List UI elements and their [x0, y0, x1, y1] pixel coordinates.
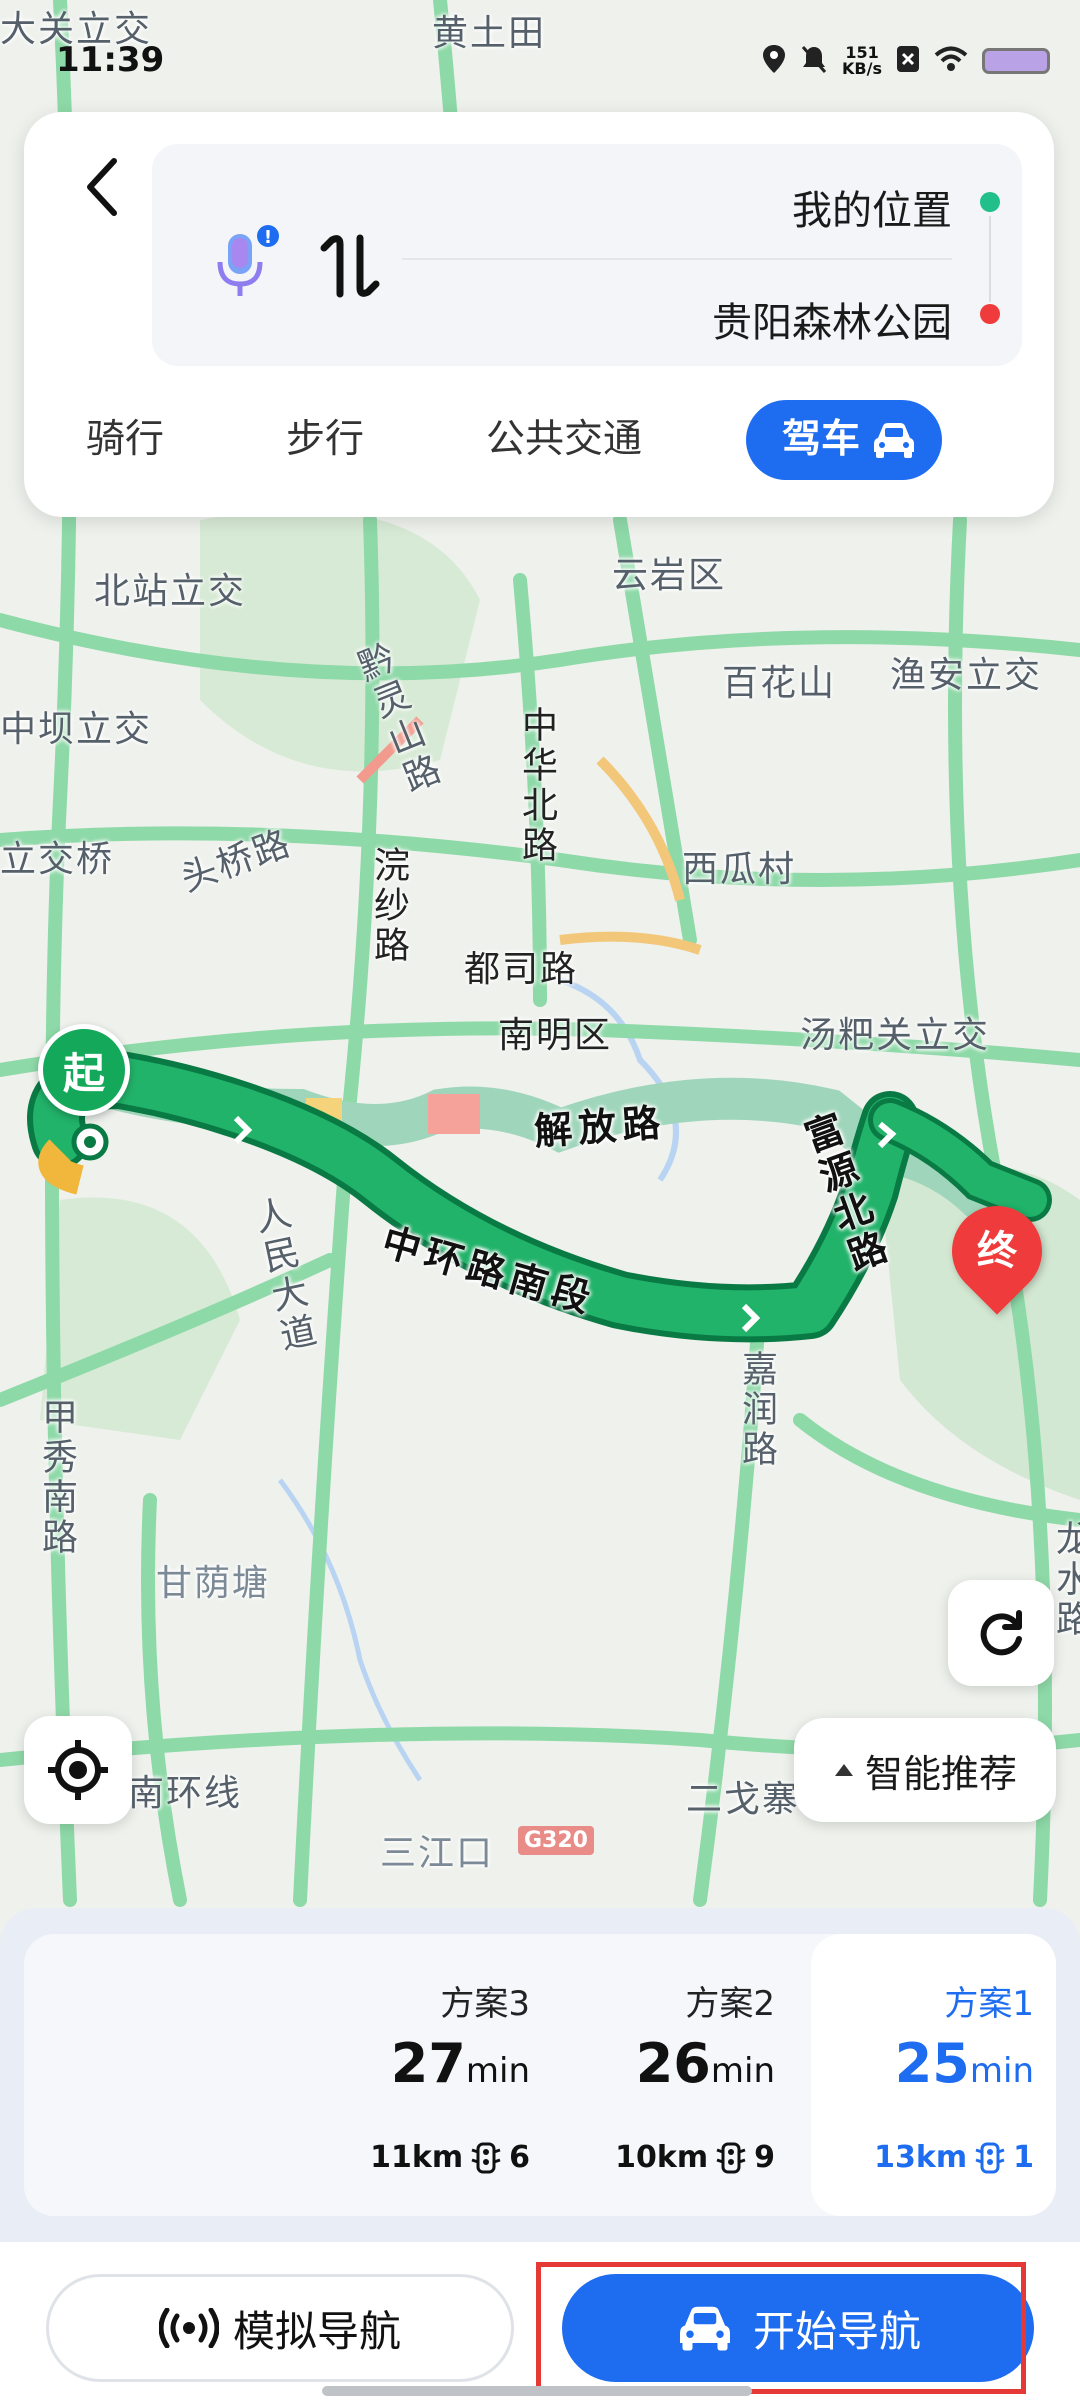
- road-label-jiefang: 解放路: [532, 1100, 668, 1154]
- tab-driving-label: 驾车: [781, 417, 860, 462]
- smart-recommend-label: 智能推荐: [864, 1751, 1017, 1796]
- plan-name: 方案1: [944, 1984, 1034, 2024]
- simulate-navigation-button[interactable]: 模拟导航: [46, 2274, 514, 2382]
- map-label: 百花山: [722, 663, 837, 704]
- map-label: 嘉润路: [736, 1350, 777, 1470]
- mute-icon: [800, 44, 828, 78]
- map-label: 立交桥: [0, 839, 115, 880]
- refresh-icon: [980, 1610, 1022, 1656]
- car-icon: [679, 2306, 730, 2351]
- start-navigation-label: 开始导航: [752, 2306, 921, 2356]
- field-divider: [402, 258, 952, 260]
- plan-duration: 27min: [390, 2032, 530, 2095]
- location-icon: [762, 44, 786, 78]
- tab-driving[interactable]: 驾车: [746, 400, 942, 480]
- tab-walking[interactable]: 步行: [286, 400, 364, 480]
- triangle-up-icon: [834, 1764, 853, 1776]
- back-arrow-icon: [87, 158, 117, 216]
- traffic-light-icon: [716, 2142, 746, 2173]
- map-label: 浣纱路: [368, 846, 409, 966]
- sim-off-icon: [896, 45, 920, 77]
- map-label: 都司路: [464, 949, 579, 990]
- route-plan-2[interactable]: 方案2 26min 10km 9: [552, 1934, 797, 2216]
- destination-field[interactable]: 贵阳森林公园: [712, 290, 952, 348]
- route-plans-sheet: 方案3 27min 11km 6 方案2 26min 10km 9 方案1 25…: [0, 1908, 1080, 2408]
- destination-dot: [980, 304, 1000, 324]
- traffic-light-icon: [975, 2142, 1005, 2173]
- map-label: 甲秀南路: [36, 1398, 77, 1558]
- home-indicator[interactable]: [322, 2386, 752, 2396]
- plan-traffic-lights: 6: [509, 2140, 530, 2175]
- start-navigation-button[interactable]: 开始导航: [562, 2274, 1034, 2382]
- voice-input-button[interactable]: !: [212, 224, 282, 304]
- plan-meta: 11km 6: [370, 2140, 530, 2175]
- bottom-actions: 模拟导航 开始导航: [0, 2242, 1080, 2408]
- map-label: 渔安立交: [890, 655, 1043, 696]
- map-label: 甘荫塘: [156, 1563, 271, 1604]
- route-plan-1[interactable]: 方案1 25min 13km 1: [811, 1934, 1056, 2216]
- status-bar: 11:39 151 KB/s: [0, 0, 1080, 90]
- broadcast-icon: [158, 2308, 219, 2348]
- route-input-panel: ! 我的位置 贵阳森林公园: [152, 144, 1022, 366]
- plan-duration: 26min: [635, 2032, 775, 2095]
- map-label: 云岩区: [612, 555, 727, 596]
- dot-connector: [989, 216, 991, 302]
- status-icons: 151 KB/s: [762, 44, 1050, 78]
- smart-recommend-button[interactable]: 智能推荐: [794, 1718, 1056, 1822]
- refresh-route-button[interactable]: [948, 1580, 1054, 1686]
- plan-name: 方案2: [685, 1984, 775, 2024]
- net-speed: 151 KB/s: [842, 43, 882, 78]
- tab-cycling[interactable]: 骑行: [86, 400, 164, 480]
- route-plans-card: 方案3 27min 11km 6 方案2 26min 10km 9 方案1 25…: [24, 1934, 1056, 2216]
- traffic-light-icon: [471, 2142, 501, 2173]
- plan-meta: 10km 9: [615, 2140, 775, 2175]
- travel-mode-tabs: 骑行 步行 公共交通 驾车: [24, 400, 1054, 490]
- plan-duration: 25min: [894, 2032, 1034, 2095]
- locate-button[interactable]: [24, 1716, 132, 1824]
- map-label: 南明区: [498, 1015, 613, 1056]
- map-label: 中华北路: [516, 706, 557, 866]
- simulate-navigation-label: 模拟导航: [232, 2306, 401, 2356]
- tab-transit[interactable]: 公共交通: [486, 400, 642, 480]
- plan-traffic-lights: 9: [754, 2140, 775, 2175]
- map-label: 西瓜村: [682, 849, 797, 890]
- plan-name: 方案3: [440, 1984, 530, 2024]
- origin-dot: [980, 192, 1000, 212]
- map-label: 中坝立交: [0, 709, 153, 750]
- back-button[interactable]: [62, 142, 142, 232]
- map-label: 北站立交: [94, 571, 247, 612]
- status-time: 11:39: [56, 40, 165, 80]
- locate-icon: [48, 1740, 108, 1800]
- microphone-icon: !: [217, 225, 279, 296]
- plan-distance: 13km: [874, 2140, 968, 2175]
- plan-traffic-lights: 1: [1013, 2140, 1034, 2175]
- map-label: 二戈寨: [686, 1779, 801, 1820]
- plan-meta: 13km 1: [874, 2140, 1034, 2175]
- origin-field[interactable]: 我的位置: [792, 178, 952, 236]
- map-label: 三江口: [380, 1833, 495, 1874]
- swap-button[interactable]: [318, 230, 382, 302]
- highway-badge: G320: [518, 1826, 594, 1855]
- svg-text:!: !: [264, 227, 272, 248]
- plan-distance: 10km: [615, 2140, 709, 2175]
- swap-icon: [320, 234, 380, 298]
- map-label: 汤粑关立交: [800, 1015, 991, 1056]
- route-card: ! 我的位置 贵阳森林公园 骑行 步行 公共交通 驾车: [24, 112, 1054, 517]
- plan-distance: 11km: [370, 2140, 464, 2175]
- map-label: 南环线: [128, 1773, 243, 1814]
- start-marker: 起: [38, 1024, 130, 1116]
- battery-icon: [982, 48, 1050, 74]
- end-marker: 终: [933, 1187, 1061, 1315]
- car-icon: [874, 423, 914, 458]
- route-plan-3[interactable]: 方案3 27min 11km 6: [307, 1934, 552, 2216]
- wifi-icon: [934, 46, 968, 76]
